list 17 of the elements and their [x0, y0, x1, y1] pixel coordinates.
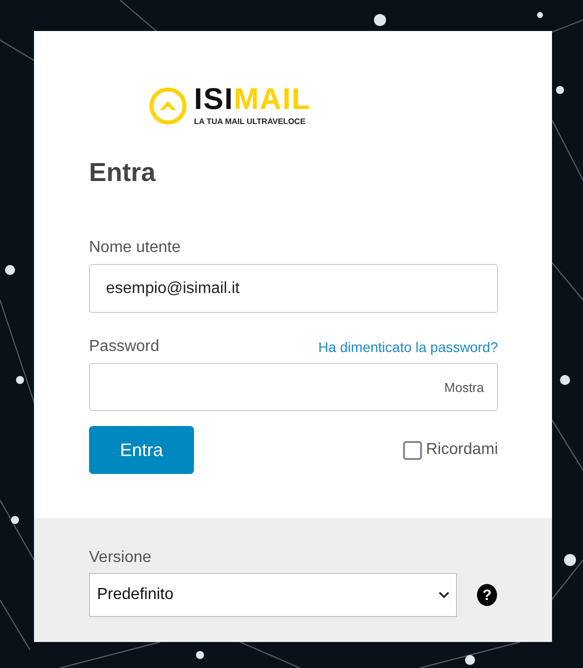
- logo-tagline: LA TUA MAIL ULTRAVELOCE: [194, 117, 306, 126]
- password-field[interactable]: Mostra: [89, 363, 498, 411]
- page-heading: Entra: [89, 156, 157, 188]
- field-label: Versione: [89, 548, 152, 568]
- login-button[interactable]: Entra: [89, 426, 194, 474]
- forgot-password-link[interactable]: Ha dimenticato la password?: [318, 339, 498, 355]
- username-field[interactable]: esempio@isimail.it: [89, 264, 498, 313]
- remember-label: Ricordami: [426, 441, 498, 459]
- remember-checkbox[interactable]: [402, 440, 422, 460]
- version-dropdown[interactable]: Predefinito: [89, 573, 458, 617]
- logo-icon: [148, 86, 188, 126]
- field-label: Nome utente: [89, 238, 182, 258]
- field-label: Password: [89, 337, 160, 357]
- chevron-down-icon: [438, 591, 450, 599]
- show-password-toggle[interactable]: Mostra: [444, 380, 484, 394]
- logo-wordmark: ISIMAIL: [194, 85, 312, 115]
- help-icon[interactable]: ?: [477, 584, 497, 606]
